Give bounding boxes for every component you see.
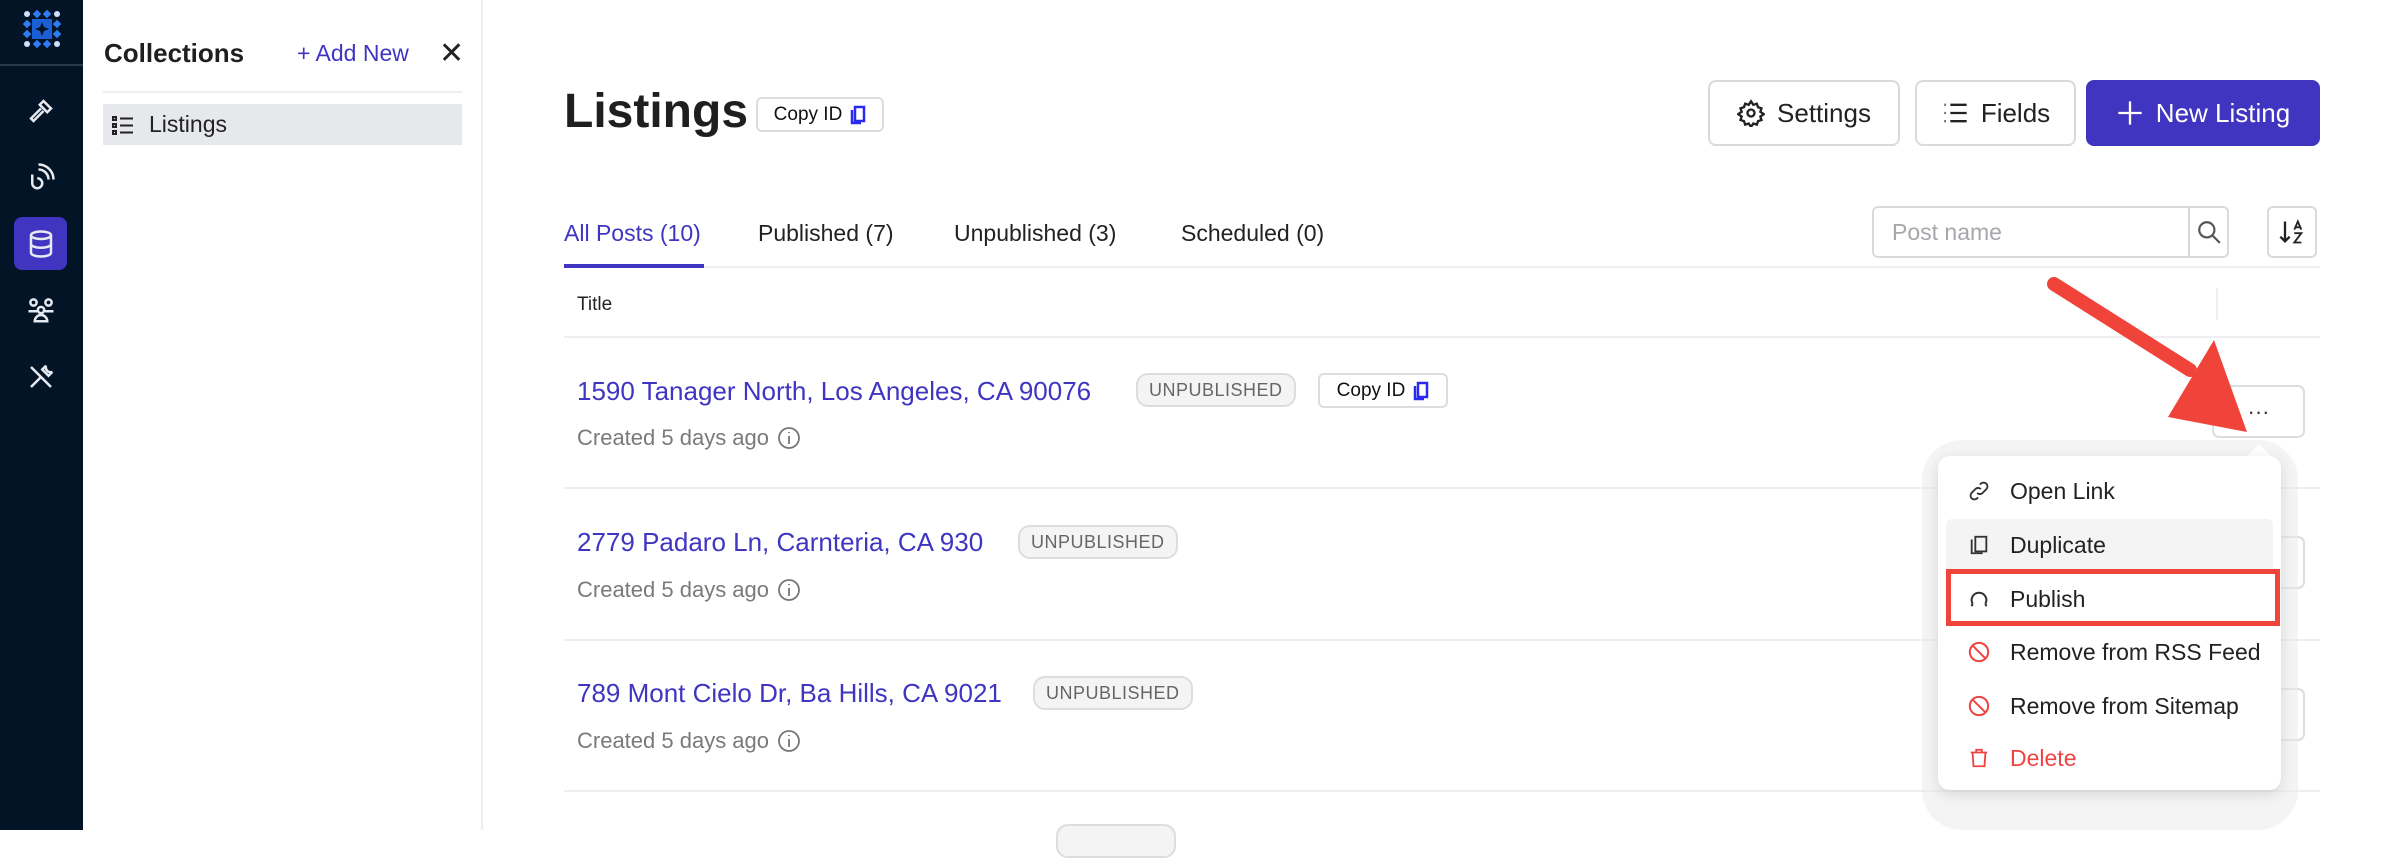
copy-icon	[1414, 381, 1429, 400]
created-info: Created 5 days ago	[577, 577, 801, 603]
copy-icon	[851, 105, 866, 124]
menu-item-remove-rss[interactable]: Remove from RSS Feed	[1946, 626, 2273, 678]
tab-published[interactable]: Published (7)	[758, 220, 894, 247]
tools-icon	[29, 364, 53, 388]
collections-panel: Collections + Add New ✕ Listings	[83, 0, 483, 830]
ban-icon	[1968, 641, 1990, 663]
publish-icon	[1970, 591, 1988, 607]
settings-label: Settings	[1777, 97, 1871, 128]
listing-title-link[interactable]: 2779 Padaro Ln, Carnteria, CA 930	[577, 527, 983, 558]
info-icon[interactable]	[777, 426, 801, 450]
link-icon	[1969, 481, 1989, 501]
active-tab-indicator	[564, 264, 704, 268]
fields-button[interactable]: Fields	[1915, 80, 2076, 146]
menu-item-label: Remove from Sitemap	[2010, 692, 2239, 719]
broadcast-icon	[30, 162, 55, 189]
row-actions-menu: Open Link Duplicate Publish Remove from …	[1938, 456, 2281, 790]
tabs-divider	[564, 266, 2320, 268]
close-icon[interactable]: ✕	[439, 36, 464, 71]
copy-id-label: Copy ID	[773, 103, 843, 125]
collection-item-listings[interactable]: Listings	[103, 104, 462, 145]
new-listing-label: New Listing	[2155, 97, 2291, 128]
plus-icon	[2118, 101, 2142, 125]
copy-id-label: Copy ID	[1336, 379, 1406, 401]
created-text: Created 5 days ago	[577, 728, 770, 753]
tab-unpublished[interactable]: Unpublished (3)	[954, 220, 1116, 247]
status-badge	[1056, 824, 1176, 858]
rail-collections[interactable]	[14, 217, 67, 270]
add-collection-button[interactable]: + Add New	[297, 40, 409, 67]
menu-item-publish[interactable]: Publish	[1946, 573, 2273, 625]
menu-item-duplicate[interactable]: Duplicate	[1946, 519, 2273, 571]
rail-broadcast[interactable]	[14, 150, 67, 203]
panel-title: Collections	[104, 38, 245, 68]
settings-button[interactable]: Settings	[1708, 80, 1900, 146]
search-button[interactable]	[2188, 208, 2227, 256]
menu-item-remove-sitemap[interactable]: Remove from Sitemap	[1946, 680, 2273, 732]
listing-title-link[interactable]: 1590 Tanager North, Los Angeles, CA 9007…	[577, 376, 1091, 407]
status-badge: UNPUBLISHED	[1136, 373, 1296, 407]
status-badge: UNPUBLISHED	[1018, 525, 1178, 559]
rail-tools[interactable]	[14, 350, 67, 403]
app-logo[interactable]	[22, 9, 62, 49]
rail-divider	[0, 64, 83, 66]
nav-rail	[0, 0, 83, 830]
database-icon	[29, 229, 52, 258]
column-header-title: Title	[577, 294, 613, 315]
sort-az-icon	[2279, 219, 2304, 244]
search-input[interactable]	[1874, 208, 2188, 256]
gear-icon	[1737, 99, 1766, 127]
row-copy-id-button[interactable]: Copy ID	[1318, 373, 1448, 408]
search-box	[1872, 206, 2229, 258]
menu-item-delete[interactable]: Delete	[1946, 732, 2273, 784]
status-badge: UNPUBLISHED	[1033, 676, 1193, 710]
menu-item-label: Duplicate	[2010, 531, 2106, 558]
list-icon	[112, 115, 133, 135]
rail-build[interactable]	[14, 84, 67, 137]
copy-id-button[interactable]: Copy ID	[756, 97, 884, 132]
info-icon[interactable]	[777, 578, 801, 602]
page-title: Listings	[564, 85, 749, 138]
menu-item-label: Delete	[2010, 744, 2077, 771]
annotation-arrow	[2047, 277, 2247, 432]
menu-item-label: Remove from RSS Feed	[2010, 638, 2261, 665]
tab-all-posts[interactable]: All Posts (10)	[564, 220, 701, 247]
rail-members[interactable]	[14, 283, 67, 336]
info-icon[interactable]	[777, 729, 801, 753]
fields-label: Fields	[1980, 97, 2051, 128]
sort-button[interactable]	[2267, 206, 2317, 258]
new-listing-button[interactable]: New Listing	[2086, 80, 2320, 146]
list-icon	[1944, 103, 1967, 123]
tab-scheduled[interactable]: Scheduled (0)	[1181, 220, 1324, 247]
hammer-icon	[28, 98, 53, 123]
created-text: Created 5 days ago	[577, 425, 770, 450]
menu-item-label: Publish	[2010, 585, 2086, 612]
copy-icon	[1970, 535, 1988, 555]
created-info: Created 5 days ago	[577, 728, 801, 754]
ban-icon	[1968, 695, 1990, 717]
search-icon	[2197, 221, 2221, 244]
menu-item-open-link[interactable]: Open Link	[1946, 465, 2273, 517]
menu-item-label: Open Link	[2010, 477, 2115, 504]
listing-title-link[interactable]: 789 Mont Cielo Dr, Ba Hills, CA 9021	[577, 678, 1002, 709]
users-icon	[28, 297, 53, 322]
created-info: Created 5 days ago	[577, 425, 801, 451]
collection-item-label: Listings	[149, 111, 227, 137]
created-text: Created 5 days ago	[577, 577, 770, 602]
divider	[103, 91, 462, 93]
trash-icon	[1970, 748, 1988, 768]
